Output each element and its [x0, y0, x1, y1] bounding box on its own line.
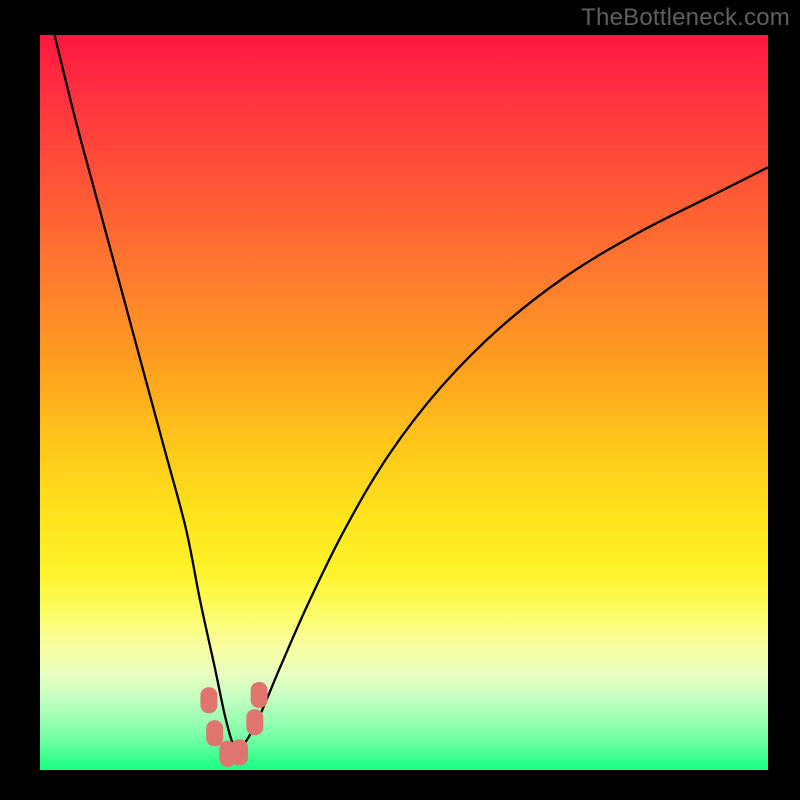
- curve-layer: [0, 0, 800, 800]
- marker-right-2: [251, 682, 268, 708]
- chart-frame: TheBottleneck.com: [0, 0, 800, 800]
- bottleneck-curve: [55, 35, 768, 750]
- marker-left-2: [206, 720, 223, 746]
- marker-bottom-2: [231, 739, 248, 765]
- marker-left-1: [200, 687, 217, 713]
- curve-markers: [200, 682, 267, 767]
- marker-right-1: [246, 709, 263, 735]
